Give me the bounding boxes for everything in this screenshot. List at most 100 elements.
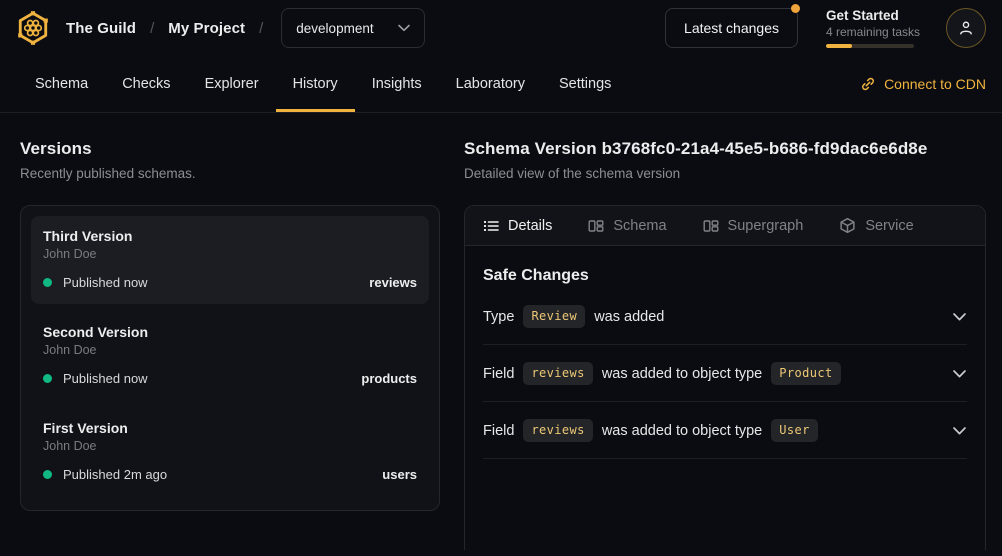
change-row[interactable]: Field reviews was added to object type U… [483, 402, 967, 459]
published-status-dot-icon [43, 470, 52, 479]
chevron-down-icon[interactable] [952, 426, 967, 436]
detail-tab-label: Supergraph [728, 218, 804, 234]
target-selector-dropdown[interactable]: development [281, 8, 424, 48]
change-prefix: Field [483, 423, 514, 439]
detail-body: Safe Changes Type Review was added Field… [465, 267, 985, 459]
change-row[interactable]: Type Review was added [483, 288, 967, 345]
chevron-down-icon[interactable] [952, 369, 967, 379]
change-row[interactable]: Field reviews was added to object type P… [483, 345, 967, 402]
detail-tab-label: Service [865, 218, 913, 234]
versions-title: Versions [20, 139, 440, 159]
change-description: was added [594, 309, 664, 325]
published-time: Published now [63, 371, 148, 386]
breadcrumb-separator: / [259, 20, 263, 37]
user-avatar[interactable] [946, 8, 986, 48]
service-name: reviews [369, 275, 417, 290]
change-description: was added to object type [602, 423, 762, 439]
get-started-title: Get Started [826, 8, 918, 23]
schema-version-detail-card: Details Schema [464, 205, 986, 550]
published-status-dot-icon [43, 278, 52, 287]
nav-tab[interactable]: Settings [542, 56, 628, 112]
version-list-item[interactable]: Second Version John Doe Published now pr… [31, 312, 429, 400]
schema-version-title: Schema Version b3768fc0-21a4-45e5-b686-f… [464, 139, 986, 159]
latest-changes-button[interactable]: Latest changes [665, 8, 798, 48]
published-time: Published 2m ago [63, 467, 167, 482]
guild-hive-logo-icon[interactable] [14, 9, 52, 47]
change-type-badge: Product [771, 362, 840, 385]
breadcrumb-organization[interactable]: The Guild [66, 20, 136, 37]
get-started-subtitle: 4 remaining tasks [826, 25, 918, 39]
version-title: First Version [43, 420, 417, 436]
person-icon [956, 18, 976, 38]
change-prefix: Type [483, 309, 514, 325]
detail-tab-label: Details [508, 218, 552, 234]
nav-tab-label: History [293, 76, 338, 92]
version-meta-row: Published now products [43, 371, 417, 386]
versions-panel: Versions Recently published schemas. Thi… [20, 139, 440, 550]
notification-dot [791, 4, 800, 13]
schema-version-subtitle: Detailed view of the schema version [464, 166, 986, 181]
nav-tab[interactable]: Insights [355, 56, 439, 112]
list-icon [483, 218, 499, 234]
service-name: products [361, 371, 417, 386]
version-author: John Doe [43, 343, 417, 357]
change-type-badge: User [771, 419, 818, 442]
get-started-widget[interactable]: Get Started 4 remaining tasks [826, 8, 918, 48]
link-chain-icon [860, 76, 876, 92]
breadcrumb: The Guild / My Project / development [14, 8, 425, 48]
connect-to-cdn-link[interactable]: Connect to CDN [860, 56, 986, 112]
detail-tab[interactable]: Supergraph [703, 218, 804, 234]
topbar-right: Latest changes Get Started 4 remaining t… [665, 8, 986, 48]
version-title: Second Version [43, 324, 417, 340]
main-nav: Schema Checks Explorer History Insights … [0, 56, 1002, 113]
nav-tab[interactable]: Schema [18, 56, 105, 112]
chevron-down-icon [398, 24, 410, 32]
chevron-down-icon[interactable] [952, 312, 967, 322]
versions-subtitle: Recently published schemas. [20, 166, 440, 181]
change-prefix: Field [483, 366, 514, 382]
nav-tab-label: Checks [122, 76, 170, 92]
safe-changes-heading: Safe Changes [483, 267, 967, 285]
top-bar: The Guild / My Project / development Lat… [0, 0, 1002, 56]
change-description: was added to object type [602, 366, 762, 382]
get-started-progress-fill [826, 44, 852, 48]
nav-tab-label: Explorer [205, 76, 259, 92]
detail-tab[interactable]: Schema [588, 218, 666, 234]
detail-tab-label: Schema [613, 218, 666, 234]
detail-tab[interactable]: Service [839, 217, 913, 234]
change-code-badge: reviews [523, 362, 592, 385]
change-code-badge: reviews [523, 419, 592, 442]
nav-tab-label: Laboratory [456, 76, 525, 92]
breadcrumb-project[interactable]: My Project [168, 20, 245, 37]
change-code-badge: Review [523, 305, 585, 328]
target-selector-value: development [296, 21, 373, 36]
version-meta-row: Published now reviews [43, 275, 417, 290]
nav-tab[interactable]: Laboratory [439, 56, 542, 112]
nav-tab[interactable]: History [276, 56, 355, 112]
nav-tab-label: Schema [35, 76, 88, 92]
nav-tabs: Schema Checks Explorer History Insights … [18, 56, 628, 112]
columns-layout-icon [588, 218, 604, 234]
schema-version-panel: Schema Version b3768fc0-21a4-45e5-b686-f… [464, 139, 986, 550]
breadcrumb-separator: / [150, 20, 154, 37]
nav-tab[interactable]: Checks [105, 56, 187, 112]
version-meta-row: Published 2m ago users [43, 467, 417, 482]
nav-tab-label: Settings [559, 76, 611, 92]
version-author: John Doe [43, 247, 417, 261]
version-author: John Doe [43, 439, 417, 453]
version-title: Third Version [43, 228, 417, 244]
version-list-item[interactable]: Third Version John Doe Published now rev… [31, 216, 429, 304]
detail-tabs: Details Schema [465, 206, 985, 246]
latest-changes-wrap: Latest changes [665, 8, 798, 48]
main-content: Versions Recently published schemas. Thi… [0, 113, 1002, 550]
published-status-dot-icon [43, 374, 52, 383]
detail-tab[interactable]: Details [483, 218, 552, 234]
nav-tab-label: Insights [372, 76, 422, 92]
columns-layout-icon [703, 218, 719, 234]
published-time: Published now [63, 275, 148, 290]
versions-list: Third Version John Doe Published now rev… [20, 205, 440, 511]
nav-tab[interactable]: Explorer [188, 56, 276, 112]
version-list-item[interactable]: First Version John Doe Published 2m ago … [31, 408, 429, 496]
connect-to-cdn-label: Connect to CDN [884, 76, 986, 92]
cube-icon [839, 217, 856, 234]
